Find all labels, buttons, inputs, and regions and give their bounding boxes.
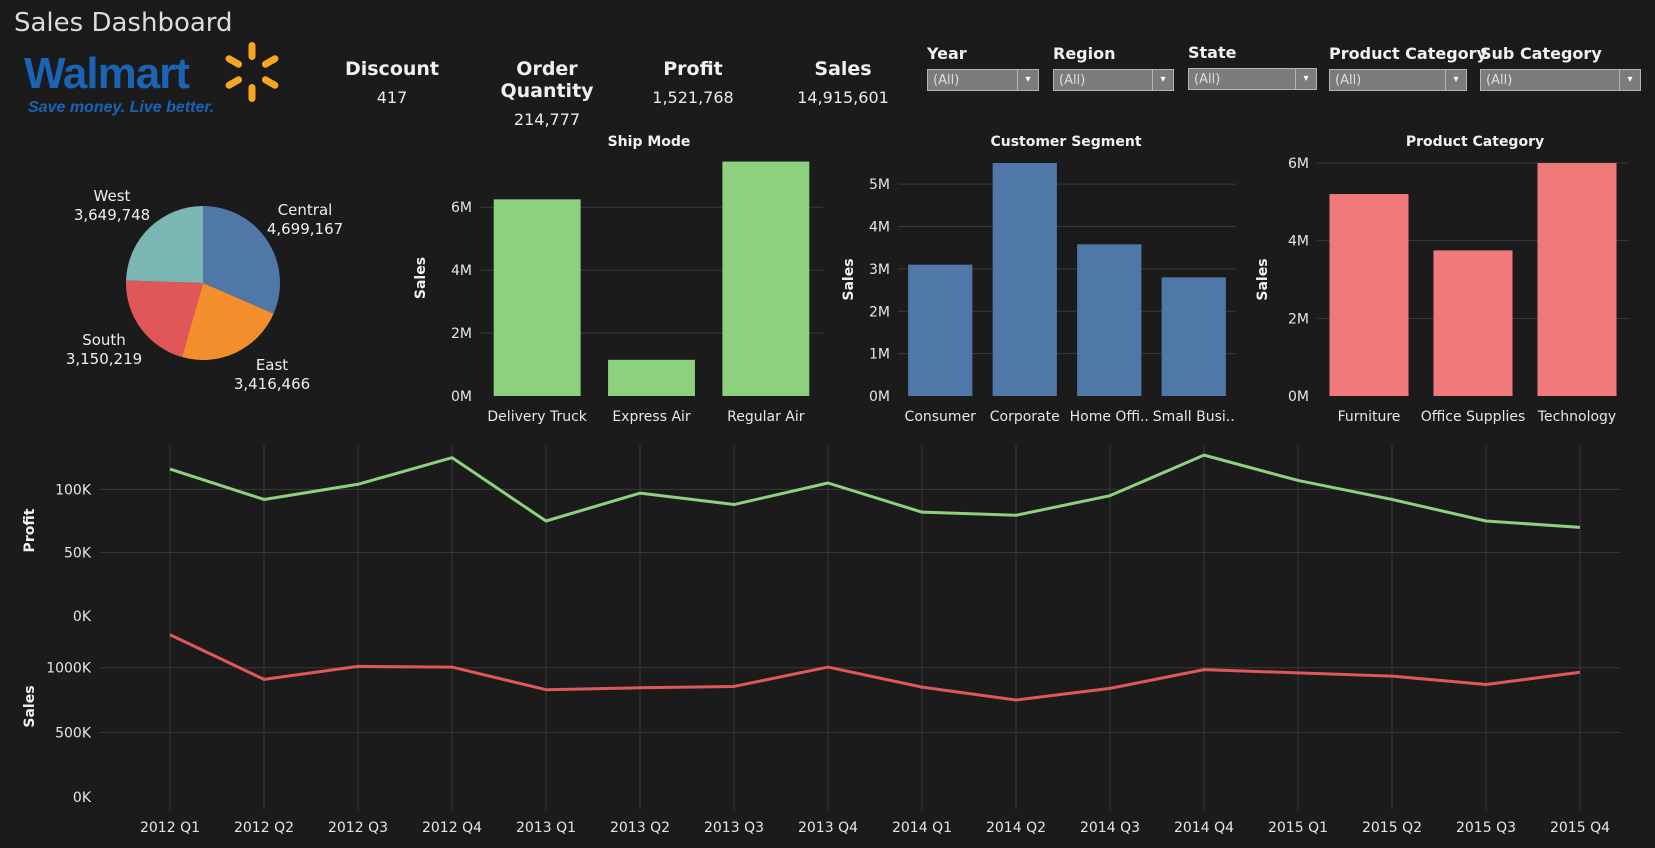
y-tick-label: 3M <box>869 262 890 278</box>
x-tick-label: 2014 Q3 <box>1080 820 1140 836</box>
bar <box>722 161 810 396</box>
x-tick-label: Express Air <box>612 409 691 425</box>
x-tick-label: 2012 Q3 <box>328 820 388 836</box>
pie-label: West <box>94 187 131 205</box>
bar <box>992 163 1057 396</box>
y-axis-title: Sales <box>1255 258 1271 300</box>
pie-label: East <box>256 356 288 374</box>
y-tick-label: 6M <box>451 200 472 216</box>
x-tick-label: 2014 Q1 <box>892 820 952 836</box>
x-tick-label: 2013 Q4 <box>798 820 858 836</box>
y-tick-label: 4M <box>1288 234 1309 250</box>
x-tick-label: 2012 Q4 <box>422 820 482 836</box>
chart-title: Ship Mode <box>608 134 691 150</box>
y-tick-label: 0M <box>1288 389 1309 405</box>
x-tick-label: 2015 Q2 <box>1362 820 1422 836</box>
bar <box>1537 163 1617 396</box>
y-axis-title: Sales <box>841 258 857 300</box>
y-tick-label: 2M <box>451 326 472 342</box>
pie-value: 3,416,466 <box>234 375 310 393</box>
customer-segment-chart: Customer Segment 0M 1M 2M 3M 4M 5M Sales Consume… <box>841 134 1236 425</box>
x-tick-label: 2012 Q2 <box>234 820 294 836</box>
y-tick-label: 0M <box>869 389 890 405</box>
x-tick-label: 2013 Q2 <box>610 820 670 836</box>
x-tick-label: Corporate <box>990 409 1060 425</box>
pie-label: South <box>82 331 126 349</box>
bar <box>1329 194 1409 396</box>
x-tick-label: 2014 Q4 <box>1174 820 1234 836</box>
bar <box>608 359 695 396</box>
x-tick-label: 2015 Q4 <box>1550 820 1610 836</box>
x-tick-label: Delivery Truck <box>487 409 587 425</box>
bar <box>1161 277 1226 396</box>
x-tick-label: 2012 Q1 <box>140 820 200 836</box>
y-tick-label: 1000K <box>46 661 92 677</box>
bar <box>908 264 973 396</box>
y-tick-label: 1M <box>869 347 890 363</box>
x-tick-label: 2015 Q3 <box>1456 820 1516 836</box>
x-tick-label: 2013 Q1 <box>516 820 576 836</box>
pie-label: Central <box>278 201 333 219</box>
x-tick-label: Small Busi.. <box>1153 409 1235 425</box>
ship-mode-chart: Ship Mode 0M 2M 4M 6M Sales Delivery Truck Expr… <box>413 134 823 425</box>
chart-title: Customer Segment <box>990 134 1141 150</box>
pie-value: 3,150,219 <box>66 350 142 368</box>
bar <box>1077 244 1142 396</box>
y-tick-label: 100K <box>55 482 92 498</box>
product-category-chart: Product Category 0M 2M 4M 6M Sales Furniture Of… <box>1255 134 1629 425</box>
x-tick-label: 2013 Q3 <box>704 820 764 836</box>
y-tick-label: 2M <box>1288 311 1309 327</box>
pie-value: 3,649,748 <box>74 206 150 224</box>
y-tick-label: 0K <box>73 790 92 806</box>
x-tick-label: Technology <box>1537 409 1616 425</box>
y-axis-title: Sales <box>413 257 429 299</box>
y-tick-label: 5M <box>869 177 890 193</box>
y-tick-label: 6M <box>1288 156 1309 172</box>
y-axis-title: Sales <box>22 685 38 727</box>
bar <box>493 199 581 396</box>
y-tick-label: 500K <box>55 725 92 741</box>
y-axis-title: Profit <box>22 508 38 552</box>
dashboard-charts: Central4,699,167 East3,416,466 South3,150,… <box>22 134 1629 836</box>
y-tick-label: 50K <box>64 546 92 562</box>
x-tick-label: Office Supplies <box>1421 409 1526 425</box>
y-tick-label: 4M <box>869 220 890 236</box>
y-tick-label: 0M <box>451 389 472 405</box>
x-tick-label: Furniture <box>1338 409 1401 425</box>
y-tick-label: 2M <box>869 304 890 320</box>
pie-value: 4,699,167 <box>267 220 343 238</box>
x-tick-label: Home Offi.. <box>1070 409 1149 425</box>
x-tick-label: Regular Air <box>727 409 805 425</box>
y-tick-label: 0K <box>73 609 92 625</box>
profit-series-line <box>169 453 1581 529</box>
bar <box>1433 250 1513 396</box>
chart-title: Product Category <box>1406 134 1544 150</box>
region-pie-chart: Central4,699,167 East3,416,466 South3,150,… <box>66 187 343 393</box>
y-tick-label: 4M <box>451 263 472 279</box>
x-tick-label: 2015 Q1 <box>1268 820 1328 836</box>
x-tick-label: Consumer <box>905 409 977 425</box>
quarterly-trend-chart: 2012 Q1 2012 Q2 2012 Q3 2012 Q4 2013 Q1 2013 … <box>22 445 1620 836</box>
x-tick-label: 2014 Q2 <box>986 820 1046 836</box>
